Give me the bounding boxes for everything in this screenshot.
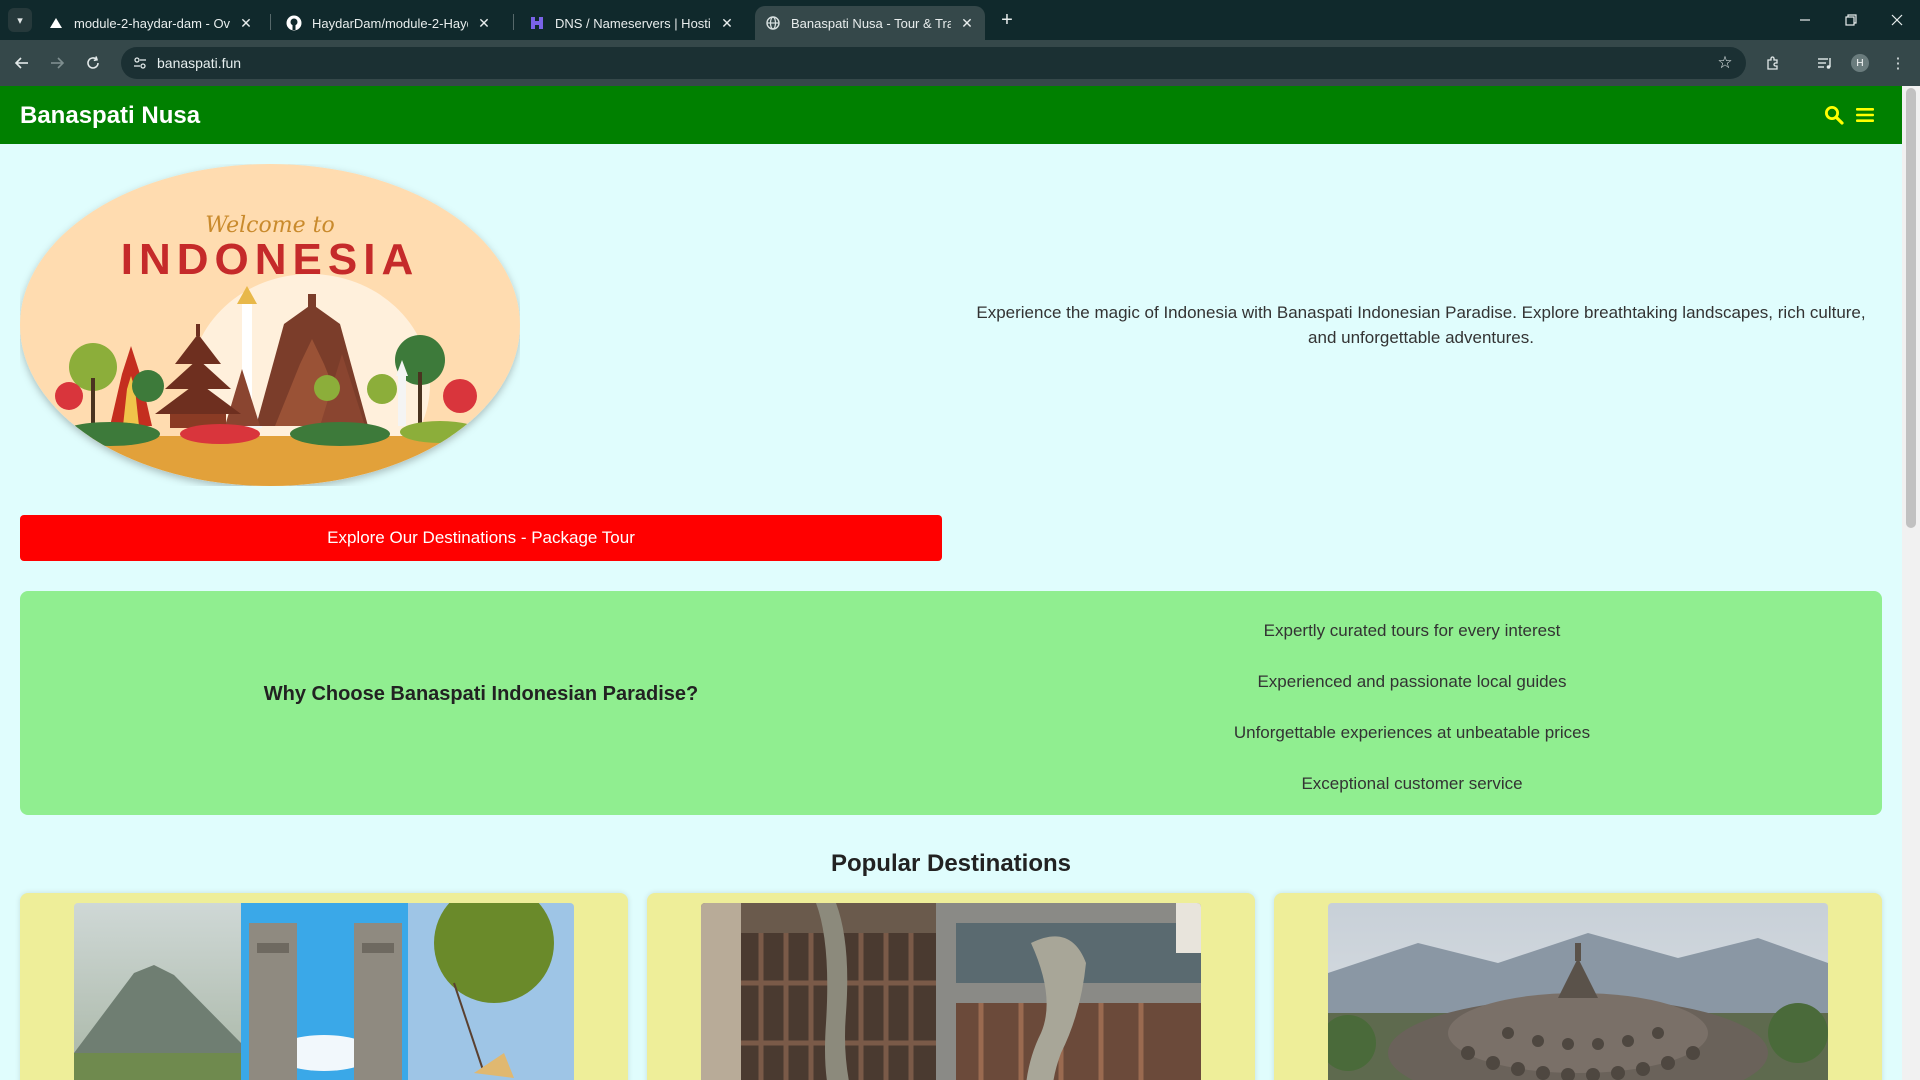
list-item: Expertly curated tours for every interes… [1263,620,1561,640]
tab-title: Banaspati Nusa - Tour & Travel [791,15,951,31]
browser-tab-banaspati[interactable]: Banaspati Nusa - Tour & Travel ✕ [755,6,985,40]
browser-tab-bar: ▾ module-2-haydar-dam - Overvi ✕ HaydarD… [0,0,1920,40]
hostinger-icon [529,15,545,31]
search-icon[interactable] [1820,101,1848,129]
url-text[interactable]: banaspati.fun [157,55,241,71]
destination-card-borobudur[interactable] [1274,893,1882,1080]
why-choose-section: Why Choose Banaspati Indonesian Paradise… [20,591,1882,815]
browser-menu-icon[interactable]: ⋮ [1885,50,1911,76]
scrollbar-thumb[interactable] [1906,88,1916,528]
globe-icon [765,15,781,31]
address-bar[interactable]: banaspati.fun ☆ [121,47,1746,79]
media-controls-icon[interactable] [1812,50,1838,76]
minimize-icon[interactable] [1782,0,1828,40]
list-item: Experienced and passionate local guides [1257,671,1567,691]
borobudur-temple-photo[interactable] [1328,903,1828,1080]
github-icon [286,15,302,31]
why-choose-list: Expertly curated tours for every interes… [942,605,1882,809]
site-header: Banaspati Nusa [0,86,1902,144]
browser-tab-hostinger[interactable]: DNS / Nameservers | Hostinger ✕ [519,6,745,40]
tab-separator [513,14,514,30]
page-viewport: Banaspati Nusa Welcome to INDONESIA Expe… [0,86,1902,1080]
tab-search-chevron-icon[interactable]: ▾ [8,8,32,32]
profile-initial: H [1851,54,1869,72]
profile-avatar[interactable]: H [1847,50,1873,76]
bali-collage-photo[interactable] [74,903,574,1080]
tab-title: module-2-haydar-dam - Overvi [74,15,230,31]
tab-separator [270,14,271,30]
tab-close-icon[interactable]: ✕ [719,15,735,31]
destination-card-komodo[interactable] [647,893,1255,1080]
reload-icon[interactable] [80,50,106,76]
tab-title: DNS / Nameservers | Hostinger [555,15,711,31]
tab-close-icon[interactable]: ✕ [476,15,492,31]
site-info-icon[interactable] [129,52,151,74]
bookmark-star-icon[interactable]: ☆ [1714,52,1736,74]
extensions-icon[interactable] [1760,50,1786,76]
browser-tab-github[interactable]: HaydarDam/module-2-Haydar ✕ [276,6,502,40]
tab-title: HaydarDam/module-2-Haydar [312,15,468,31]
explore-destinations-button[interactable]: Explore Our Destinations - Package Tour [20,515,942,561]
restore-icon[interactable] [1828,0,1874,40]
tab-close-icon[interactable]: ✕ [959,15,975,31]
hero-description: Experience the magic of Indonesia with B… [976,303,1866,347]
page-scrollbar[interactable] [1902,86,1920,1080]
forward-arrow-icon[interactable] [44,50,70,76]
hamburger-menu-icon[interactable] [1851,101,1879,129]
badge-main-text: INDONESIA [121,235,419,284]
list-item: Unforgettable experiences at unbeatable … [1233,722,1591,742]
list-item: Exceptional customer service [1301,773,1523,793]
close-window-icon[interactable] [1874,0,1920,40]
browser-toolbar: banaspati.fun ☆ H ⋮ [0,40,1920,86]
komodo-dragons-photo[interactable] [701,903,1201,1080]
back-arrow-icon[interactable] [9,50,35,76]
site-brand[interactable]: Banaspati Nusa [20,102,200,130]
destination-card-bali[interactable] [20,893,628,1080]
welcome-indonesia-illustration: Welcome to INDONESIA [20,164,520,486]
tab-close-icon[interactable]: ✕ [238,15,254,31]
vercel-icon [48,15,64,31]
browser-tab-vercel[interactable]: module-2-haydar-dam - Overvi ✕ [38,6,264,40]
popular-destinations-heading: Popular Destinations [830,850,1072,877]
why-choose-heading: Why Choose Banaspati Indonesian Paradise… [263,683,699,705]
new-tab-icon[interactable]: + [995,8,1019,32]
